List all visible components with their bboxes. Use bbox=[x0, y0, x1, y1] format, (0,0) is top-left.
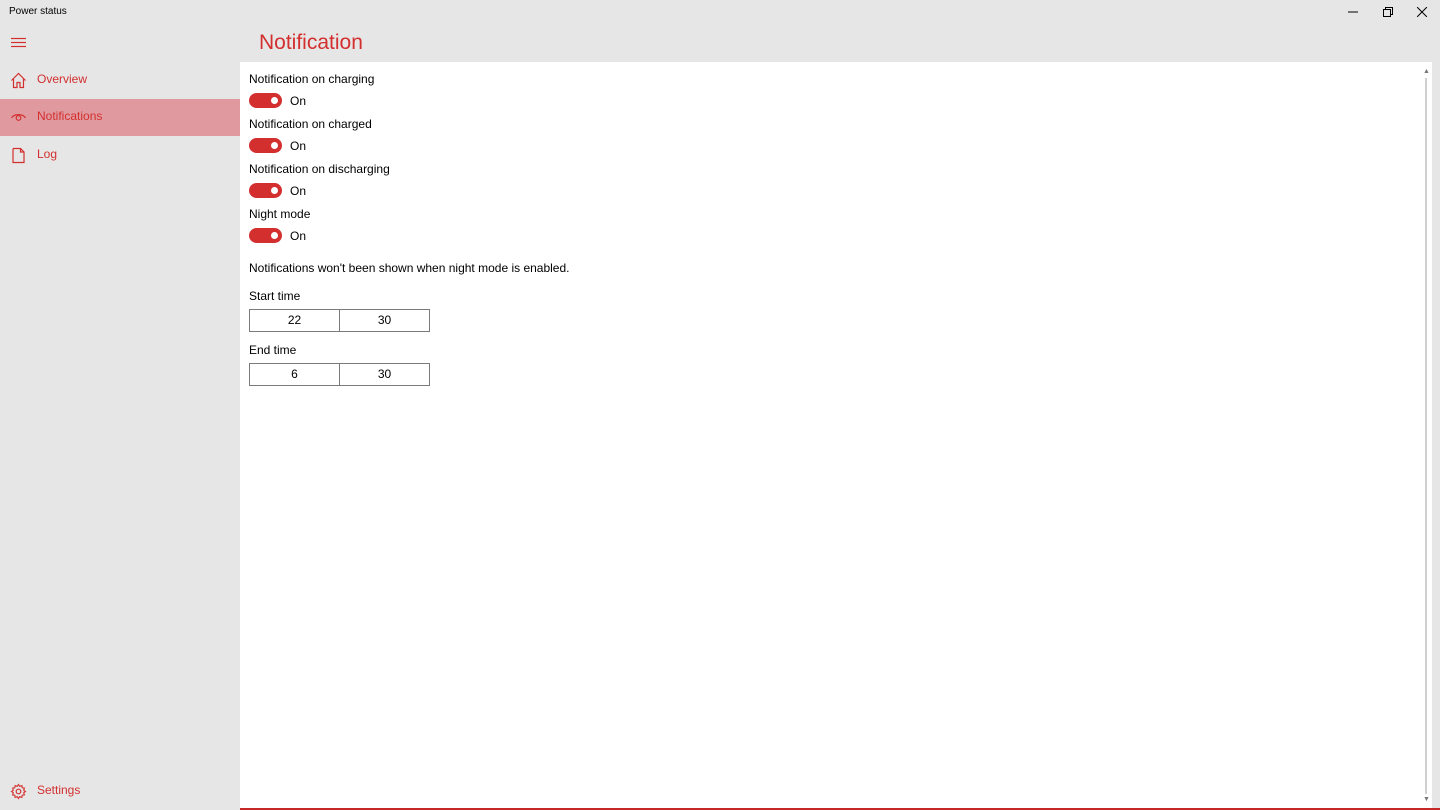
toggle-knob bbox=[271, 187, 278, 194]
setting-label-charged: Notification on charged bbox=[249, 117, 372, 131]
start-time-picker[interactable]: 22 30 bbox=[249, 309, 430, 332]
toggle-discharging[interactable] bbox=[249, 183, 282, 198]
sidebar-item-label: Notifications bbox=[37, 109, 103, 123]
toggle-knob bbox=[271, 232, 278, 239]
restore-icon bbox=[1383, 7, 1393, 17]
sidebar-item-settings[interactable]: Settings bbox=[0, 773, 240, 810]
hamburger-button[interactable] bbox=[10, 34, 28, 52]
close-button[interactable] bbox=[1405, 0, 1439, 24]
toggle-state-charging: On bbox=[290, 94, 307, 108]
start-time-hour[interactable]: 22 bbox=[250, 310, 339, 331]
sidebar-item-log[interactable]: Log bbox=[0, 137, 240, 174]
night-mode-note: Notifications won't been shown when nigh… bbox=[249, 261, 570, 275]
page-header: Notification bbox=[240, 24, 1440, 62]
sidebar-item-label: Log bbox=[37, 147, 58, 161]
home-icon bbox=[11, 72, 26, 89]
hamburger-icon bbox=[11, 37, 26, 48]
start-time-minute[interactable]: 30 bbox=[339, 310, 429, 331]
sidebar-item-label: Overview bbox=[37, 72, 88, 86]
start-time-label: Start time bbox=[249, 289, 301, 303]
title-bar: Power status bbox=[0, 0, 1440, 24]
setting-label-charging: Notification on charging bbox=[249, 72, 375, 86]
scroll-down-arrow-icon[interactable]: ▼ bbox=[1422, 796, 1431, 804]
minimize-button[interactable] bbox=[1336, 0, 1370, 24]
close-icon bbox=[1417, 7, 1427, 17]
sidebar-item-notifications[interactable]: Notifications bbox=[0, 99, 240, 136]
toggle-state-night-mode: On bbox=[290, 229, 307, 243]
page-title: Notification bbox=[259, 31, 363, 54]
gear-icon bbox=[10, 783, 27, 800]
toggle-charging[interactable] bbox=[249, 93, 282, 108]
toggle-state-discharging: On bbox=[290, 184, 307, 198]
end-time-minute[interactable]: 30 bbox=[339, 364, 429, 385]
app-title: Power status bbox=[9, 6, 67, 17]
toggle-knob bbox=[271, 142, 278, 149]
sidebar-item-overview[interactable]: Overview bbox=[0, 62, 240, 99]
vertical-scrollbar[interactable]: ▲ ▼ bbox=[1421, 66, 1432, 806]
toggle-state-charged: On bbox=[290, 139, 307, 153]
end-time-hour[interactable]: 6 bbox=[250, 364, 339, 385]
sidebar-item-label: Settings bbox=[37, 783, 81, 797]
content-panel: Notification on charging On Notification… bbox=[240, 62, 1432, 808]
restore-button[interactable] bbox=[1371, 0, 1405, 24]
scroll-up-arrow-icon[interactable]: ▲ bbox=[1422, 68, 1431, 76]
toggle-night-mode[interactable] bbox=[249, 228, 282, 243]
sidebar: Overview Notifications Log Settings bbox=[0, 24, 240, 810]
toggle-knob bbox=[271, 97, 278, 104]
document-icon bbox=[12, 147, 25, 164]
toggle-charged[interactable] bbox=[249, 138, 282, 153]
end-time-label: End time bbox=[249, 343, 297, 357]
scroll-track[interactable] bbox=[1425, 78, 1427, 794]
setting-label-night-mode: Night mode bbox=[249, 207, 311, 221]
setting-label-discharging: Notification on discharging bbox=[249, 162, 390, 176]
end-time-picker[interactable]: 6 30 bbox=[249, 363, 430, 386]
minimize-icon bbox=[1348, 11, 1358, 13]
eye-icon bbox=[10, 114, 27, 121]
